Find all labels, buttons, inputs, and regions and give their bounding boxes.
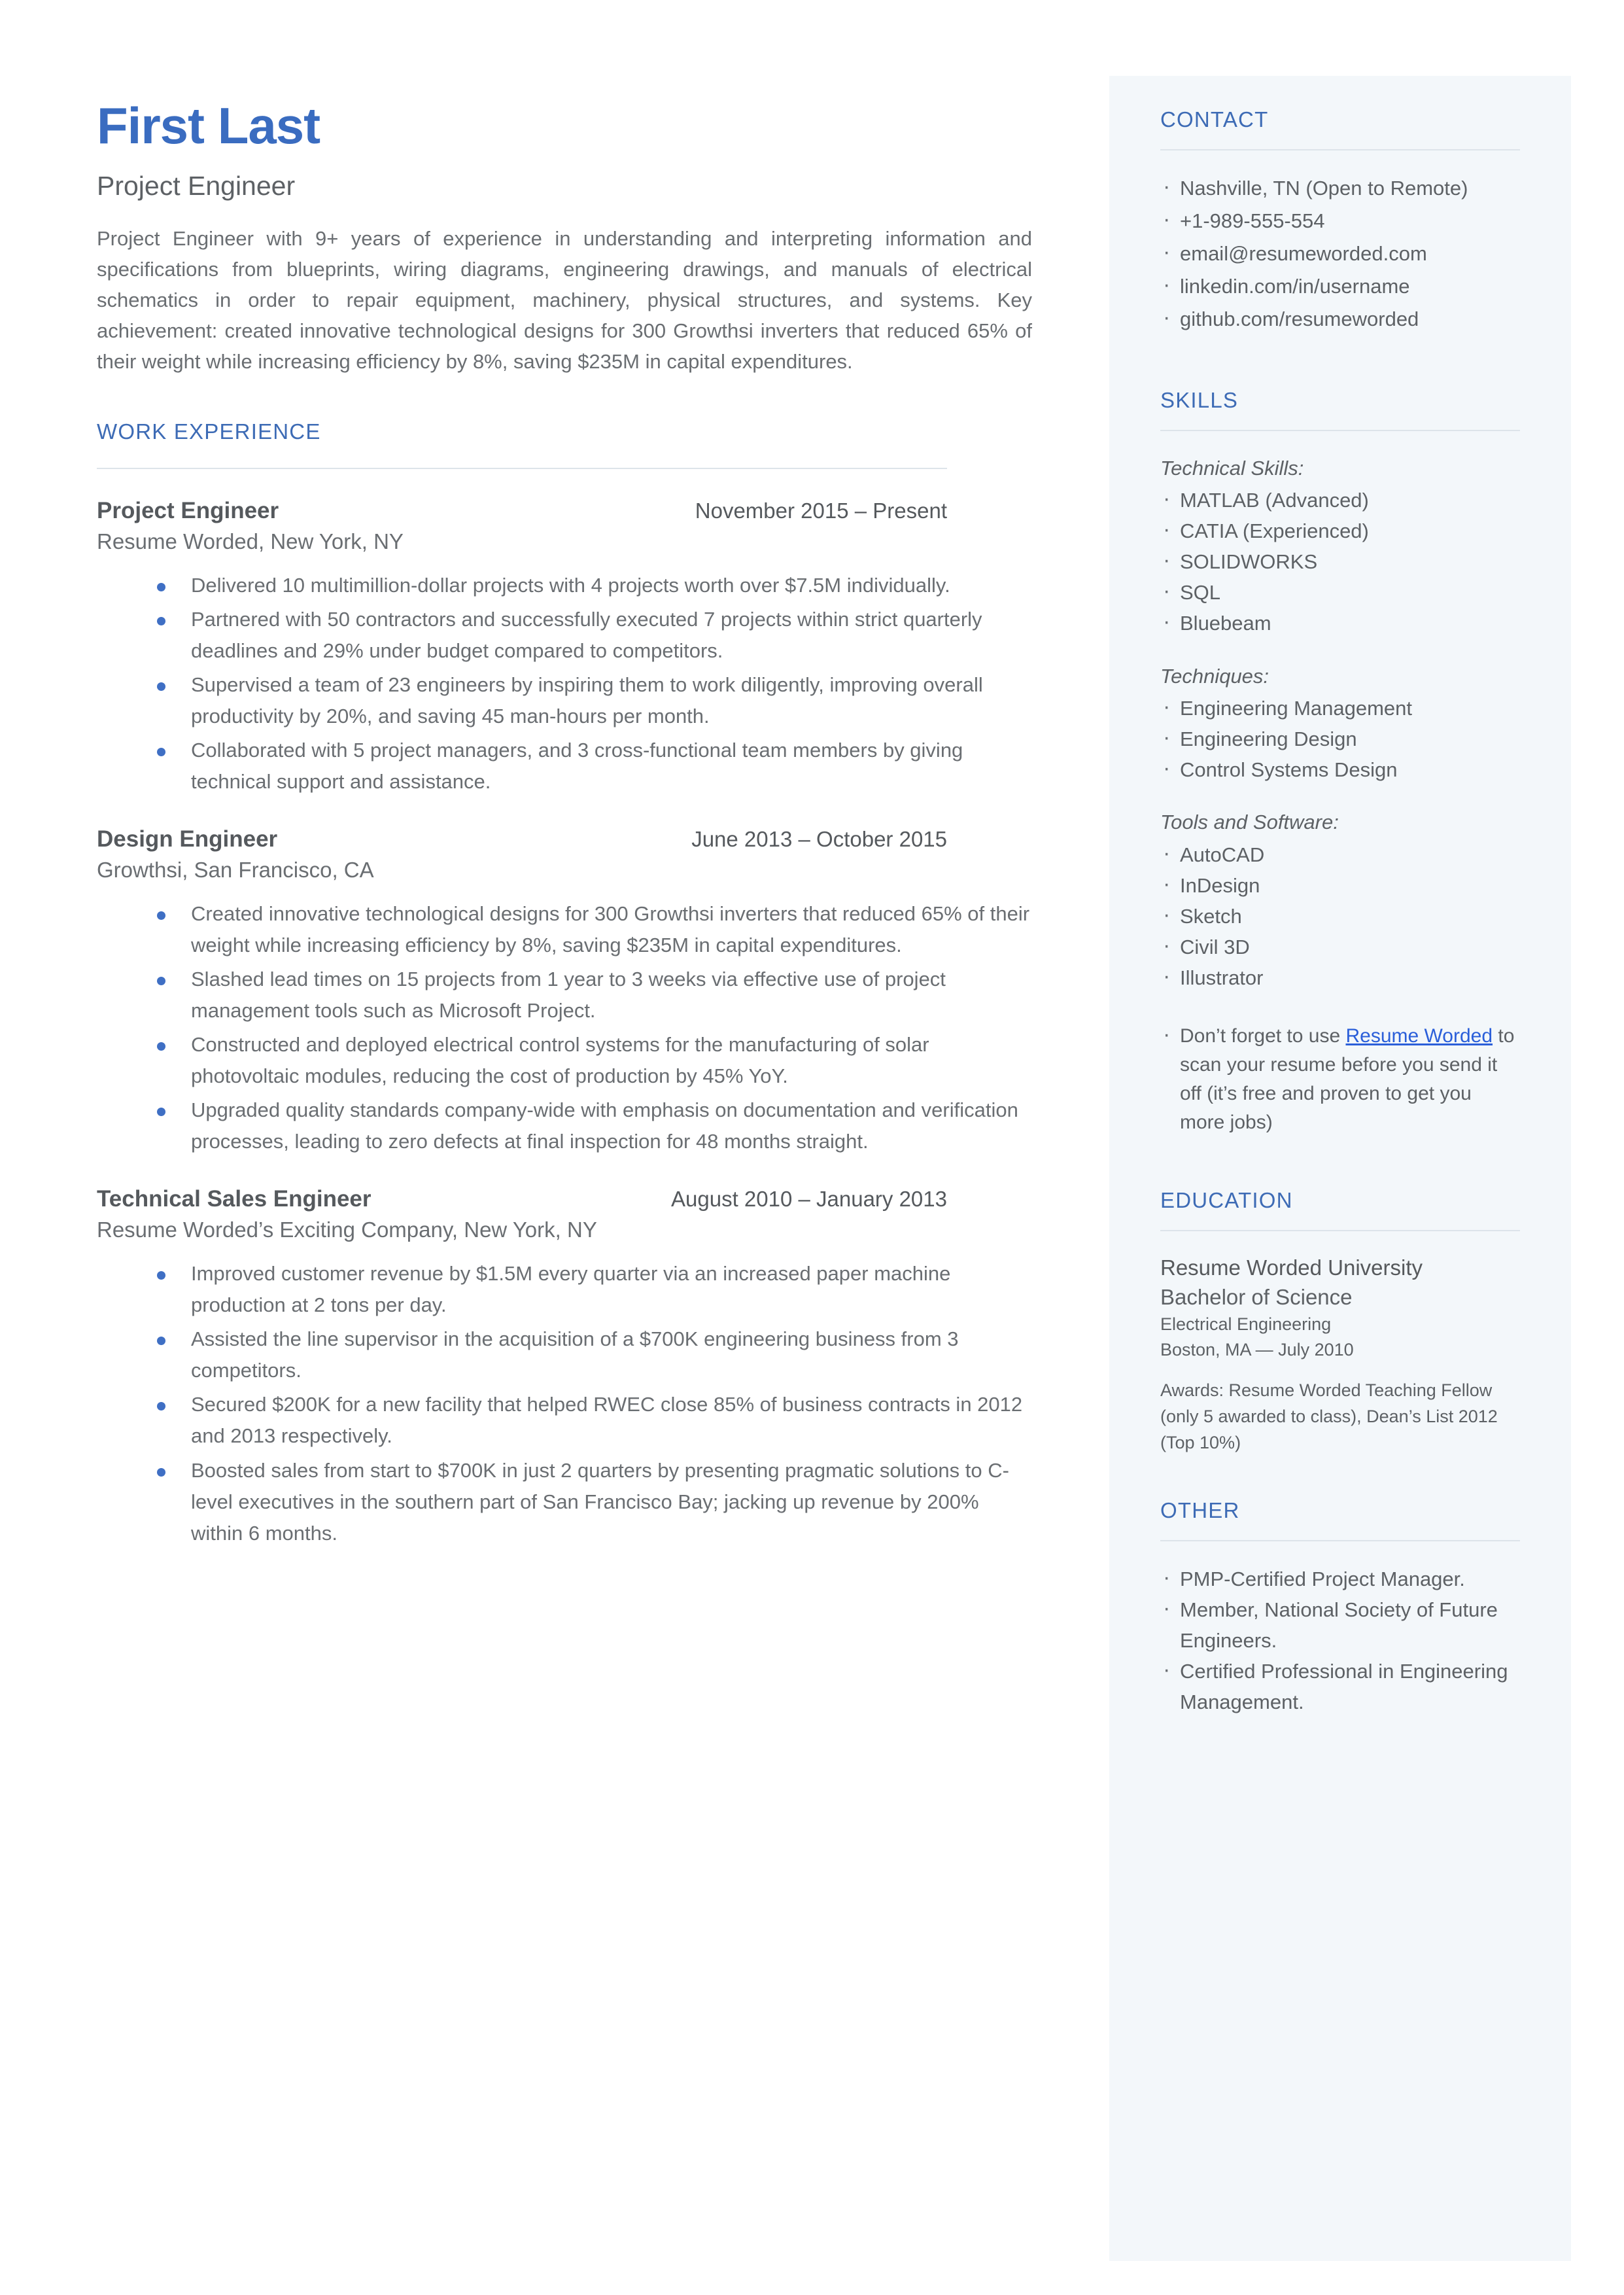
contact-section: CONTACT Nashville, TN (Open to Remote) +… <box>1160 107 1520 335</box>
work-entry-company: Growthsi, San Francisco, CA <box>97 857 374 882</box>
list-item: Improved customer revenue by $1.5M every… <box>141 1258 1032 1321</box>
sidebar: CONTACT Nashville, TN (Open to Remote) +… <box>1109 76 1571 2261</box>
list-item: Delivered 10 multimillion-dollar project… <box>141 570 1032 601</box>
contact-divider <box>1160 149 1520 150</box>
work-entry-title: Project Engineer <box>97 497 279 523</box>
work-entry-dates: November 2015 – Present <box>695 498 947 523</box>
list-item: Slashed lead times on 15 projects from 1… <box>141 964 1032 1026</box>
list-item: Certified Professional in Engineering Ma… <box>1160 1653 1520 1717</box>
list-item: AutoCAD <box>1160 837 1520 871</box>
education-section: EDUCATION Resume Worded University Bache… <box>1160 1188 1520 1456</box>
main-column: First Last Project Engineer Project Engi… <box>97 97 1032 1552</box>
work-entry-bullets: Created innovative technological designs… <box>97 898 1032 1157</box>
job-role-subtitle: Project Engineer <box>97 170 296 201</box>
work-entry-bullets: Delivered 10 multimillion-dollar project… <box>97 570 1032 797</box>
list-item: PMP-Certified Project Manager. <box>1160 1561 1520 1595</box>
work-entry: Project Engineer November 2015 – Present… <box>97 498 1032 797</box>
other-list: PMP-Certified Project Manager. Member, N… <box>1160 1561 1520 1718</box>
list-item: Assisted the line supervisor in the acqu… <box>141 1323 1032 1386</box>
list-item: Upgraded quality standards company-wide … <box>141 1095 1032 1157</box>
other-heading: OTHER <box>1160 1498 1240 1522</box>
other-section: OTHER PMP-Certified Project Manager. Mem… <box>1160 1498 1520 1718</box>
list-item: Constructed and deployed electrical cont… <box>141 1029 1032 1092</box>
work-entry-company: Resume Worded, New York, NY <box>97 529 404 553</box>
list-item: Civil 3D <box>1160 929 1520 963</box>
list-item: SOLIDWORKS <box>1160 544 1520 578</box>
list-item: Bluebeam <box>1160 605 1520 639</box>
work-entry-dates: August 2010 – January 2013 <box>671 1187 947 1212</box>
list-item: Engineering Management <box>1160 690 1520 724</box>
list-item: Partnered with 50 contractors and succes… <box>141 604 1032 667</box>
list-item: Boosted sales from start to $700K in jus… <box>141 1455 1032 1549</box>
page-title: First Last <box>97 97 320 154</box>
work-entry: Technical Sales Engineer August 2010 – J… <box>97 1186 1032 1549</box>
education-field: Electrical Engineering <box>1160 1314 1332 1335</box>
list-item: CATIA (Experienced) <box>1160 513 1520 547</box>
list-item: Member, National Society of Future Engin… <box>1160 1592 1520 1656</box>
list-item: Nashville, TN (Open to Remote) <box>1160 170 1520 204</box>
work-entry: Design Engineer June 2013 – October 2015… <box>97 826 1032 1157</box>
work-experience-heading: WORK EXPERIENCE <box>97 419 321 444</box>
work-entry-title: Technical Sales Engineer <box>97 1186 371 1212</box>
skills-heading: SKILLS <box>1160 387 1239 412</box>
list-item: Engineering Design <box>1160 721 1520 755</box>
list-item: MATLAB (Advanced) <box>1160 482 1520 516</box>
list-item: Supervised a team of 23 engineers by ins… <box>141 669 1032 732</box>
skills-divider <box>1160 429 1520 431</box>
work-entry-bullets: Improved customer revenue by $1.5M every… <box>97 1258 1032 1549</box>
tools-list: AutoCAD InDesign Sketch Civil 3D Illustr… <box>1160 837 1520 994</box>
professional-summary: Project Engineer with 9+ years of experi… <box>97 226 1032 374</box>
list-item: Secured $200K for a new facility that he… <box>141 1389 1032 1452</box>
work-entry-header: Project Engineer November 2015 – Present <box>97 498 947 524</box>
list-item: Created innovative technological designs… <box>141 898 1032 961</box>
contact-list: Nashville, TN (Open to Remote) +1-989-55… <box>1160 170 1520 335</box>
education-heading: EDUCATION <box>1160 1187 1293 1212</box>
list-item: SQL <box>1160 574 1520 608</box>
list-item: Sketch <box>1160 898 1520 932</box>
work-entry-title: Design Engineer <box>97 826 278 852</box>
list-item: email@resumeworded.com <box>1160 236 1520 270</box>
resume-page: CONTACT Nashville, TN (Open to Remote) +… <box>0 0 1624 2295</box>
list-item: linkedin.com/in/username <box>1160 268 1520 302</box>
work-entry-company: Resume Worded’s Exciting Company, New Yo… <box>97 1218 597 1242</box>
work-entry-header: Technical Sales Engineer August 2010 – J… <box>97 1186 947 1212</box>
promo-text-before: Don’t forget to use <box>1180 1025 1346 1047</box>
resume-worded-link[interactable]: Resume Worded <box>1345 1025 1493 1047</box>
education-degree: Bachelor of Science <box>1160 1284 1353 1309</box>
list-item: Collaborated with 5 project managers, an… <box>141 735 1032 797</box>
list-item: InDesign <box>1160 867 1520 902</box>
list-item: Illustrator <box>1160 960 1520 994</box>
skills-section: SKILLS Technical Skills: MATLAB (Advance… <box>1160 388 1520 1137</box>
work-experience-divider <box>97 467 947 469</box>
skills-group-label: Techniques: <box>1160 664 1270 688</box>
other-divider <box>1160 1539 1520 1541</box>
skills-group-label: Tools and Software: <box>1160 811 1339 834</box>
list-item: +1-989-555-554 <box>1160 203 1520 237</box>
list-item: github.com/resumeworded <box>1160 301 1520 335</box>
education-divider <box>1160 1229 1520 1231</box>
skills-group-label: Technical Skills: <box>1160 456 1304 480</box>
promo-note: Don’t forget to use Resume Worded to sca… <box>1160 1019 1520 1136</box>
education-location: Boston, MA — July 2010 <box>1160 1339 1354 1359</box>
techniques-list: Engineering Management Engineering Desig… <box>1160 690 1520 786</box>
work-entry-dates: June 2013 – October 2015 <box>691 826 947 851</box>
technical-skills-list: MATLAB (Advanced) CATIA (Experienced) SO… <box>1160 482 1520 639</box>
contact-heading: CONTACT <box>1160 107 1269 131</box>
work-entry-header: Design Engineer June 2013 – October 2015 <box>97 826 947 852</box>
education-awards: Awards: Resume Worded Teaching Fellow (o… <box>1160 1380 1498 1452</box>
education-school: Resume Worded University <box>1160 1255 1423 1280</box>
list-item: Control Systems Design <box>1160 752 1520 786</box>
